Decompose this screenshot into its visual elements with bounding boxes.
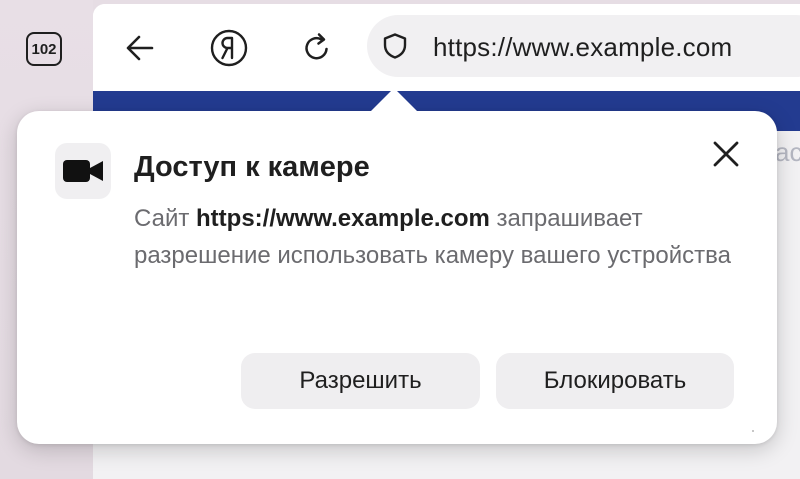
camera-permission-dialog: Доступ к камере Сайт https://www.example…: [17, 111, 777, 444]
tab-counter-button[interactable]: 102: [26, 32, 62, 66]
page-partial-text: ас: [775, 137, 800, 167]
yandex-button[interactable]: [207, 26, 251, 70]
popup-pointer: [370, 88, 418, 112]
video-camera-icon: [63, 160, 103, 182]
yandex-logo-icon: [210, 29, 248, 67]
address-url[interactable]: https://www.example.com: [433, 32, 732, 63]
reload-icon: [305, 33, 328, 60]
resize-dot: [752, 430, 754, 432]
block-button[interactable]: Блокировать: [496, 353, 734, 409]
dialog-title: Доступ к камере: [134, 151, 370, 183]
close-button[interactable]: [707, 135, 745, 173]
tab-count: 102: [31, 40, 57, 58]
address-bar[interactable]: https://www.example.com: [367, 15, 800, 77]
toolbar: https://www.example.com: [93, 4, 800, 91]
close-icon: [713, 141, 739, 167]
arrow-left-icon: [126, 35, 154, 61]
dialog-message: Сайт https://www.example.com запрашивает…: [134, 200, 744, 274]
reload-button[interactable]: [295, 26, 339, 70]
camera-icon-tile: [55, 143, 111, 199]
allow-button[interactable]: Разрешить: [241, 353, 480, 409]
message-site: https://www.example.com: [196, 205, 490, 232]
message-prefix: Сайт: [134, 205, 197, 232]
shield-icon[interactable]: [381, 32, 409, 60]
back-button[interactable]: [118, 26, 162, 70]
